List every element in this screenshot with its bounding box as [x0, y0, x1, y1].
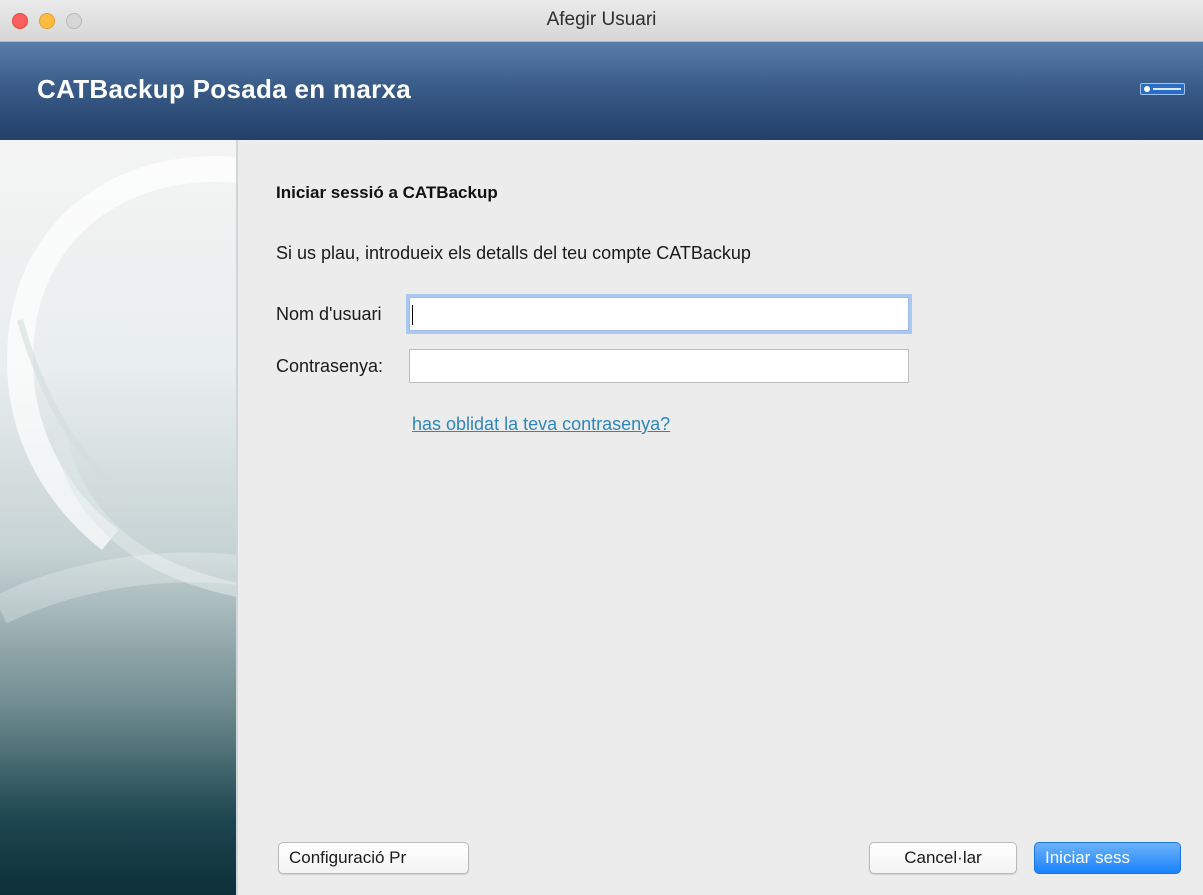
username-label: Nom d'usuari: [276, 304, 382, 324]
banner-title: CATBackup Posada en marxa: [37, 74, 412, 104]
login-heading: Iniciar sessió a CATBackup: [276, 183, 498, 202]
username-field[interactable]: [409, 297, 909, 331]
login-button[interactable]: Iniciar sess: [1034, 842, 1181, 874]
window-title: Afegir Usuari: [546, 9, 657, 30]
sidebar-swirl-graphic: [0, 156, 236, 624]
text-cursor: [412, 305, 413, 325]
decorative-sidebar: [0, 140, 238, 895]
password-field[interactable]: [409, 349, 909, 383]
proxy-settings-button[interactable]: Configuració Pr: [278, 842, 469, 874]
login-instructions: Si us plau, introdueix els detalls del t…: [276, 243, 751, 263]
add-user-window: Afegir Usuari CATBackup Posada en marxa …: [0, 0, 1203, 895]
title-bar: Afegir Usuari: [0, 0, 1203, 42]
catbackup-logo-icon: [1140, 83, 1185, 95]
setup-banner: CATBackup Posada en marxa: [0, 42, 1203, 140]
forgot-password-link[interactable]: has oblidat la teva contrasenya?: [412, 414, 670, 435]
password-label: Contrasenya:: [276, 356, 384, 376]
cancel-button[interactable]: Cancel·lar: [869, 842, 1017, 874]
